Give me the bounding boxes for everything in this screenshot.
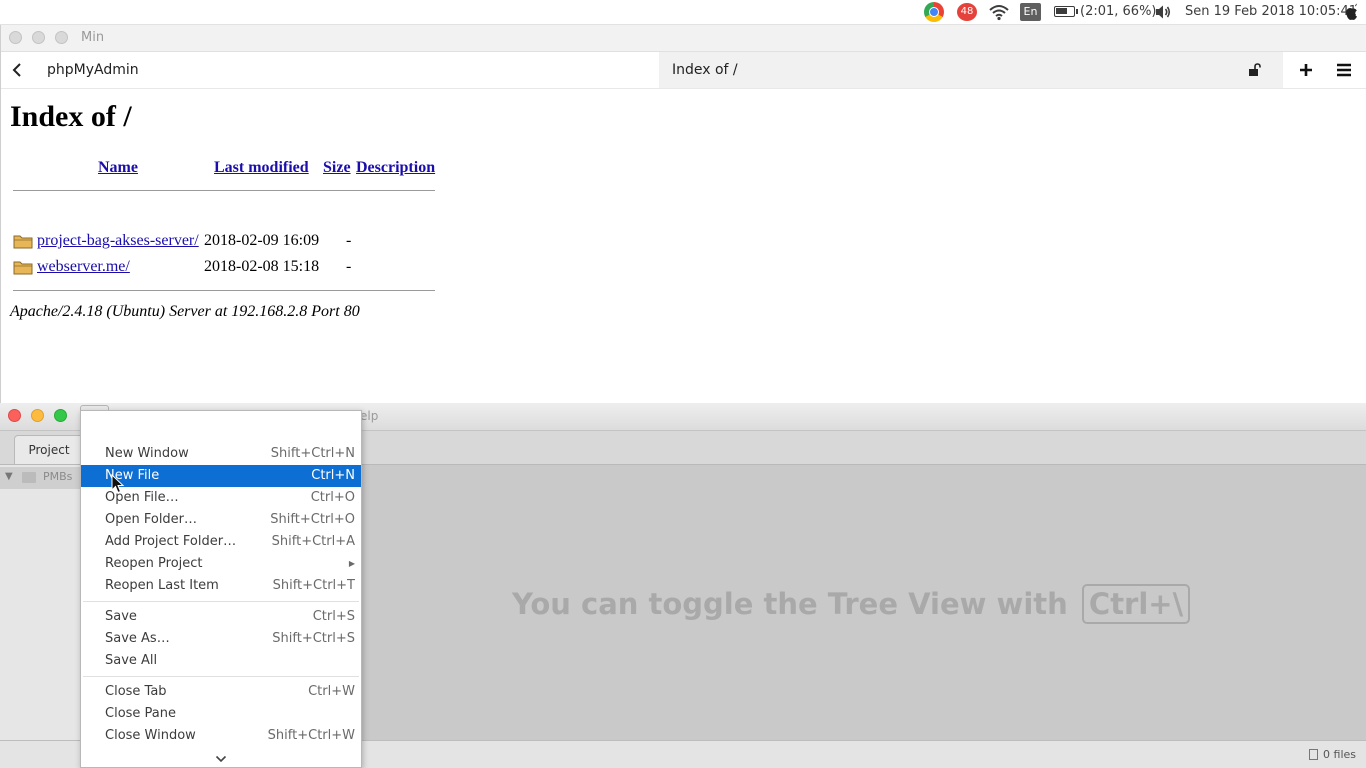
menu-item-close-tab[interactable]: Close Tab Ctrl+W	[81, 681, 361, 703]
folder-icon	[22, 472, 36, 483]
column-description-link[interactable]: Description	[356, 159, 435, 177]
menu-item-new-window[interactable]: New Window Shift+Ctrl+N	[81, 443, 361, 465]
tree-view: ▼ PMBs	[0, 465, 81, 740]
divider	[13, 290, 435, 291]
menu-item-reopen-project[interactable]: Reopen Project ▶	[81, 553, 361, 575]
project-tab[interactable]: Project	[14, 435, 84, 464]
divider	[13, 190, 435, 191]
directory-link[interactable]: webserver.me/	[37, 258, 130, 276]
chrome-icon[interactable]	[924, 2, 944, 22]
back-button[interactable]	[7, 60, 27, 80]
notification-badge[interactable]: 48	[957, 3, 977, 21]
column-name-link[interactable]: Name	[98, 159, 138, 177]
file-icon	[1309, 749, 1319, 760]
editor-menubar-fragment[interactable]: elp	[360, 403, 378, 430]
page-title: Index of /	[10, 100, 132, 133]
battery-status[interactable]: (2:01, 66%)	[1080, 0, 1157, 24]
menu-item-reopen-last-item[interactable]: Reopen Last Item Shift+Ctrl+T	[81, 575, 361, 597]
file-menu: New Window Shift+Ctrl+N New File Ctrl+N Op…	[80, 410, 362, 768]
tab-index[interactable]: Index of /	[659, 52, 1283, 88]
entry-size: -	[346, 258, 352, 275]
tree-root-label: PMBs	[43, 470, 73, 483]
editor-close-button[interactable]	[8, 409, 21, 422]
menu-button[interactable]	[1333, 59, 1355, 81]
browser-minimize-button[interactable]	[32, 31, 45, 44]
menu-item-close-window[interactable]: Close Window Shift+Ctrl+W	[81, 725, 361, 747]
directory-link[interactable]: project-bag-akses-server/	[37, 232, 199, 250]
entry-date: 2018-02-08 15:18	[204, 258, 320, 275]
menu-item-add-project-folder[interactable]: Add Project Folder… Shift+Ctrl+A	[81, 531, 361, 553]
column-size-link[interactable]: Size	[323, 159, 351, 177]
tree-root-folder[interactable]: ▼ PMBs	[0, 467, 80, 489]
clock[interactable]: Sen 19 Feb 2018 10:05:41	[1185, 0, 1357, 24]
browser-window-title: Min	[81, 30, 105, 45]
menu-item-close-pane[interactable]: Close Pane	[81, 703, 361, 725]
tab-index-label: Index of /	[672, 62, 738, 78]
menu-item-save[interactable]: Save Ctrl+S	[81, 606, 361, 628]
back-arrow-icon	[12, 63, 21, 77]
entry-size: -	[346, 232, 352, 249]
editor-minimize-button[interactable]	[31, 409, 44, 422]
apple-icon[interactable]	[1344, 0, 1360, 24]
chevron-down-icon	[215, 755, 227, 763]
menu-separator	[83, 601, 359, 602]
browser-maximize-button[interactable]	[55, 31, 68, 44]
server-signature: Apache/2.4.18 (Ubuntu) Server at 192.168…	[10, 303, 360, 320]
mouse-cursor-icon	[111, 473, 125, 494]
menu-item-save-as[interactable]: Save As… Shift+Ctrl+S	[81, 628, 361, 650]
browser-close-button[interactable]	[9, 31, 22, 44]
entry-date: 2018-02-09 16:09	[204, 232, 320, 249]
hamburger-icon	[1337, 63, 1351, 77]
top-panel: 48 En (2:01, 66%) Sen 19 Feb 2018 10:05:…	[0, 0, 1366, 25]
editor-placeholder-message: You can toggle the Tree View with Ctrl+\	[512, 584, 1191, 624]
menu-separator	[83, 676, 359, 677]
language-indicator[interactable]: En	[1020, 3, 1041, 21]
chevron-down-icon[interactable]: ▼	[5, 471, 13, 482]
column-last-modified-link[interactable]: Last modified	[214, 159, 309, 177]
unlock-icon[interactable]	[1246, 61, 1264, 79]
menu-item-open-folder[interactable]: Open Folder… Shift+Ctrl+O	[81, 509, 361, 531]
battery-icon[interactable]	[1054, 6, 1078, 17]
menu-scroll-down[interactable]	[81, 753, 361, 767]
menu-item-save-all[interactable]: Save All	[81, 650, 361, 672]
status-files-label: 0 files	[1323, 748, 1356, 761]
plus-icon	[1300, 64, 1312, 76]
browser-toolbar: phpMyAdmin Index of /	[1, 52, 1366, 89]
shortcut-key: Ctrl+\	[1081, 584, 1191, 624]
new-tab-button[interactable]	[1295, 59, 1317, 81]
editor-message-text: You can toggle the Tree View with	[512, 587, 1068, 621]
folder-icon	[13, 261, 33, 275]
browser-titlebar[interactable]: Min	[1, 25, 1366, 52]
status-files[interactable]: 0 files	[1309, 741, 1356, 768]
editor-maximize-button[interactable]	[54, 409, 67, 422]
tab-phpmyadmin[interactable]: phpMyAdmin	[47, 52, 139, 88]
folder-icon	[13, 235, 33, 249]
volume-icon[interactable]	[1154, 0, 1172, 24]
browser-window: Min phpMyAdmin Index of / Index of / Nam…	[0, 25, 1366, 403]
submenu-arrow-icon: ▶	[348, 559, 355, 568]
wifi-icon[interactable]	[988, 0, 1010, 24]
